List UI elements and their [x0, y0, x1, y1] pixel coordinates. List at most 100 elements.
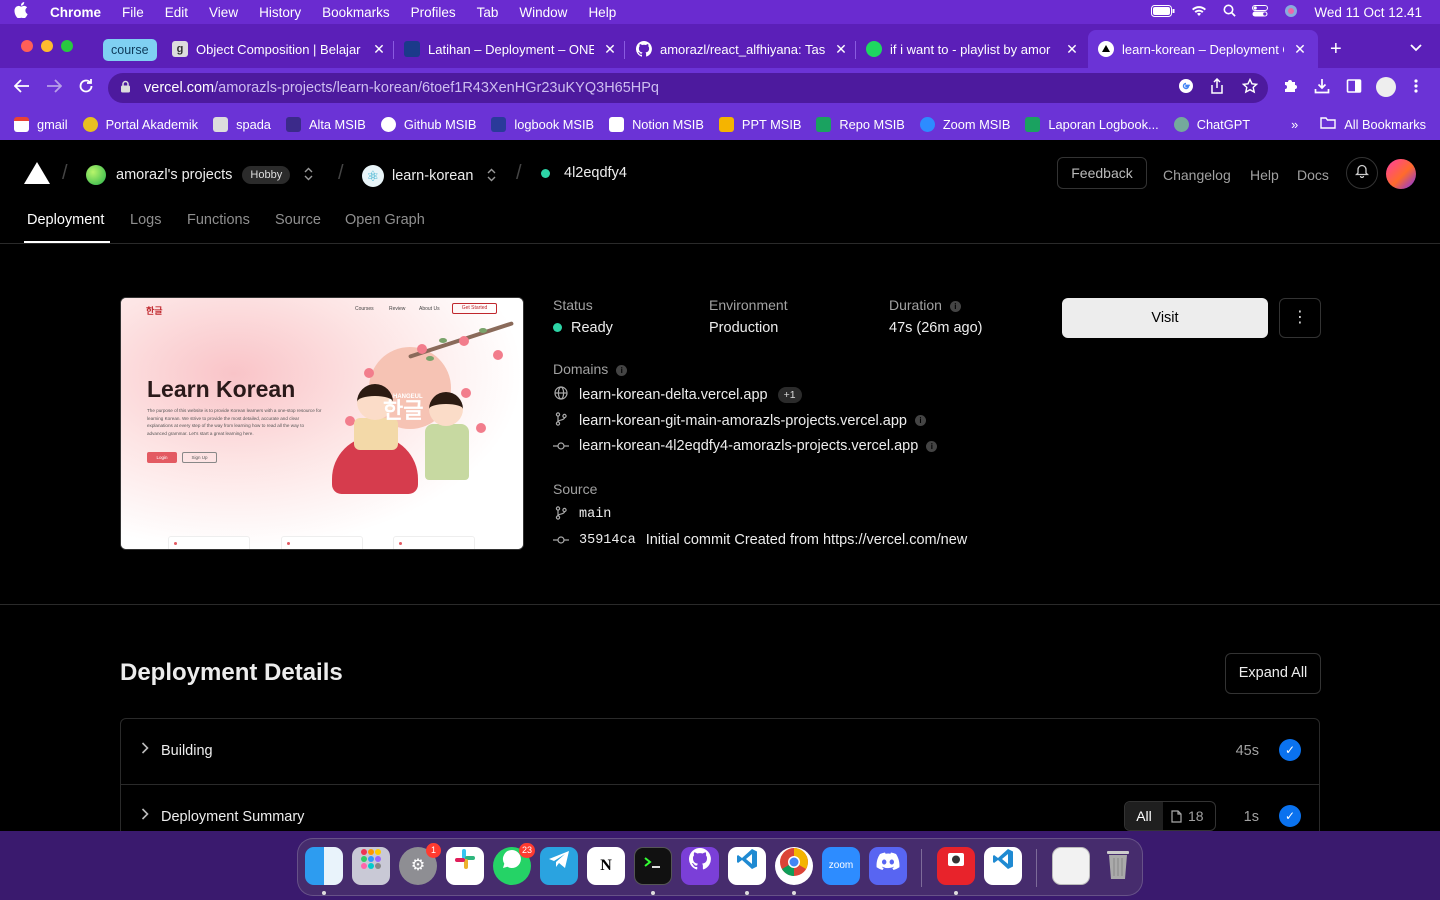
menu-window[interactable]: Window — [519, 5, 567, 20]
new-tab-button[interactable]: + — [1330, 38, 1342, 61]
tab-close-icon[interactable]: ✕ — [833, 41, 849, 58]
discord-icon[interactable] — [869, 847, 907, 885]
tab-github-repo[interactable]: amorazl/react_alfhiyana: Tas ✕ — [636, 30, 849, 68]
window-minimize-button[interactable] — [41, 40, 53, 52]
system-settings-icon[interactable]: ⚙ 1 — [399, 843, 441, 885]
menu-help[interactable]: Help — [588, 5, 616, 20]
notifications-bell-icon[interactable] — [1346, 157, 1378, 189]
info-icon[interactable]: i — [949, 301, 961, 312]
filter-all-button[interactable]: All — [1125, 802, 1163, 830]
terminal-icon[interactable] — [634, 847, 672, 885]
tab-object-composition[interactable]: g Object Composition | Belajar ✕ — [172, 30, 387, 68]
bookmark-github-msib[interactable]: Github MSIB — [380, 116, 476, 132]
profile-avatar[interactable] — [1376, 77, 1396, 97]
all-bookmarks-button[interactable]: All Bookmarks — [1344, 117, 1426, 132]
tab-close-icon[interactable]: ✕ — [1064, 41, 1080, 58]
launchpad-icon[interactable] — [352, 847, 390, 885]
more-actions-kebab-icon[interactable]: ⋮ — [1279, 298, 1321, 338]
expand-all-button[interactable]: Expand All — [1225, 653, 1321, 694]
vercel-logo-icon[interactable] — [24, 162, 50, 184]
bookmark-star-icon[interactable] — [1241, 77, 1259, 99]
github-desktop-icon[interactable] — [681, 847, 719, 885]
menu-edit[interactable]: Edit — [165, 5, 188, 20]
photo-booth-icon[interactable] — [937, 847, 975, 885]
bookmark-spada[interactable]: spada — [213, 116, 271, 132]
deployment-preview-thumbnail[interactable]: 한글 Courses Review About Us Get Started H… — [120, 297, 524, 550]
bookmark-notion-msib[interactable]: Notion MSIB — [609, 116, 704, 132]
menu-profiles[interactable]: Profiles — [411, 5, 456, 20]
vscode-icon[interactable] — [728, 847, 766, 885]
bookmark-logbook-msib[interactable]: logbook MSIB — [491, 116, 594, 132]
domain-link[interactable]: learn-korean-delta.vercel.app — [579, 387, 768, 403]
info-icon[interactable]: i — [926, 440, 938, 452]
tab-close-icon[interactable]: ✕ — [1292, 41, 1308, 58]
vscode-icon[interactable] — [984, 847, 1022, 885]
window-zoom-button[interactable] — [61, 40, 73, 52]
menu-file[interactable]: File — [122, 5, 144, 20]
bookmark-chatgpt[interactable]: ChatGPT — [1173, 116, 1250, 132]
forward-arrow-icon[interactable] — [46, 78, 63, 98]
info-icon[interactable]: i — [616, 365, 628, 376]
feedback-button[interactable]: Feedback — [1057, 157, 1147, 189]
tab-logs[interactable]: Logs — [130, 212, 161, 228]
domain-link[interactable]: learn-korean-git-main-amorazls-projects.… — [579, 413, 907, 429]
menu-history[interactable]: History — [259, 5, 301, 20]
bookmark-ppt-msib[interactable]: PPT MSIB — [718, 116, 801, 132]
downloads-stack-icon[interactable] — [1052, 847, 1090, 885]
tab-group-course[interactable]: course — [103, 39, 157, 61]
downloads-icon[interactable] — [1314, 78, 1330, 99]
branch-name[interactable]: main — [579, 507, 611, 522]
more-domains-badge[interactable]: +1 — [777, 386, 802, 403]
whatsapp-icon[interactable]: 23 — [493, 843, 535, 885]
back-arrow-icon[interactable] — [13, 78, 30, 98]
chrome-menu-kebab-icon[interactable] — [1414, 78, 1418, 99]
finder-icon[interactable] — [305, 847, 343, 885]
menu-view[interactable]: View — [209, 5, 238, 20]
changelog-link[interactable]: Changelog — [1163, 167, 1231, 183]
info-icon[interactable]: i — [915, 415, 926, 426]
docs-link[interactable]: Docs — [1297, 167, 1329, 183]
tab-close-icon[interactable]: ✕ — [602, 41, 618, 58]
site-info-lock-icon[interactable] — [120, 80, 132, 96]
spotlight-search-icon[interactable] — [1223, 4, 1237, 20]
slack-icon[interactable] — [446, 847, 484, 885]
file-filter-button[interactable]: 18 — [1163, 808, 1204, 824]
trash-icon[interactable] — [1099, 847, 1137, 885]
tab-spotify-playlist[interactable]: if i want to - playlist by amor ✕ — [866, 30, 1080, 68]
commit-message[interactable]: Initial commit Created from https://verc… — [646, 532, 968, 548]
bookmarks-overflow-icon[interactable]: » — [1291, 117, 1298, 132]
tab-deployment[interactable]: Deployment — [27, 212, 104, 228]
bookmark-zoom-msib[interactable]: Zoom MSIB — [919, 116, 1010, 132]
extensions-puzzle-icon[interactable] — [1282, 78, 1298, 99]
accordion-row-deployment-summary[interactable]: Deployment Summary All 18 1s ✓ — [121, 784, 1319, 831]
team-switcher[interactable]: amorazl's projects Hobby — [86, 165, 313, 185]
reload-icon[interactable] — [78, 78, 94, 99]
tab-latihan-deployment[interactable]: Latihan – Deployment – ONE ✕ — [404, 30, 618, 68]
project-switcher[interactable]: ⚛ learn-korean — [362, 165, 496, 187]
tab-close-icon[interactable]: ✕ — [371, 41, 387, 58]
control-center-icon[interactable] — [1252, 4, 1269, 20]
battery-icon[interactable] — [1151, 4, 1175, 20]
side-panel-icon[interactable] — [1346, 78, 1362, 99]
chrome-icon[interactable] — [775, 847, 813, 885]
apple-menu-icon[interactable] — [14, 2, 32, 22]
visit-button[interactable]: Visit — [1062, 298, 1268, 338]
tab-search-chevron-icon[interactable] — [1410, 40, 1422, 55]
bookmark-gmail[interactable]: gmail — [14, 116, 68, 132]
google-lens-icon[interactable] — [1178, 78, 1194, 99]
zoom-icon[interactable]: zoom — [822, 847, 860, 885]
bookmark-alta-msib[interactable]: Alta MSIB — [285, 116, 366, 132]
tab-functions[interactable]: Functions — [187, 212, 250, 228]
tab-open-graph[interactable]: Open Graph — [345, 212, 425, 228]
commit-hash[interactable]: 35914ca — [579, 533, 636, 548]
bookmark-portal-akademik[interactable]: Portal Akademik — [82, 116, 198, 132]
address-bar[interactable]: vercel.com/amorazls-projects/learn-korea… — [108, 73, 1268, 103]
window-close-button[interactable] — [21, 40, 33, 52]
siri-icon[interactable] — [1284, 4, 1298, 21]
accordion-row-building[interactable]: Building 45s ✓ — [121, 719, 1319, 784]
menu-bookmarks[interactable]: Bookmarks — [322, 5, 390, 20]
help-link[interactable]: Help — [1250, 167, 1279, 183]
wifi-icon[interactable] — [1191, 5, 1207, 20]
telegram-icon[interactable] — [540, 847, 578, 885]
menubar-clock[interactable]: Wed 11 Oct 12.41 — [1314, 5, 1422, 20]
